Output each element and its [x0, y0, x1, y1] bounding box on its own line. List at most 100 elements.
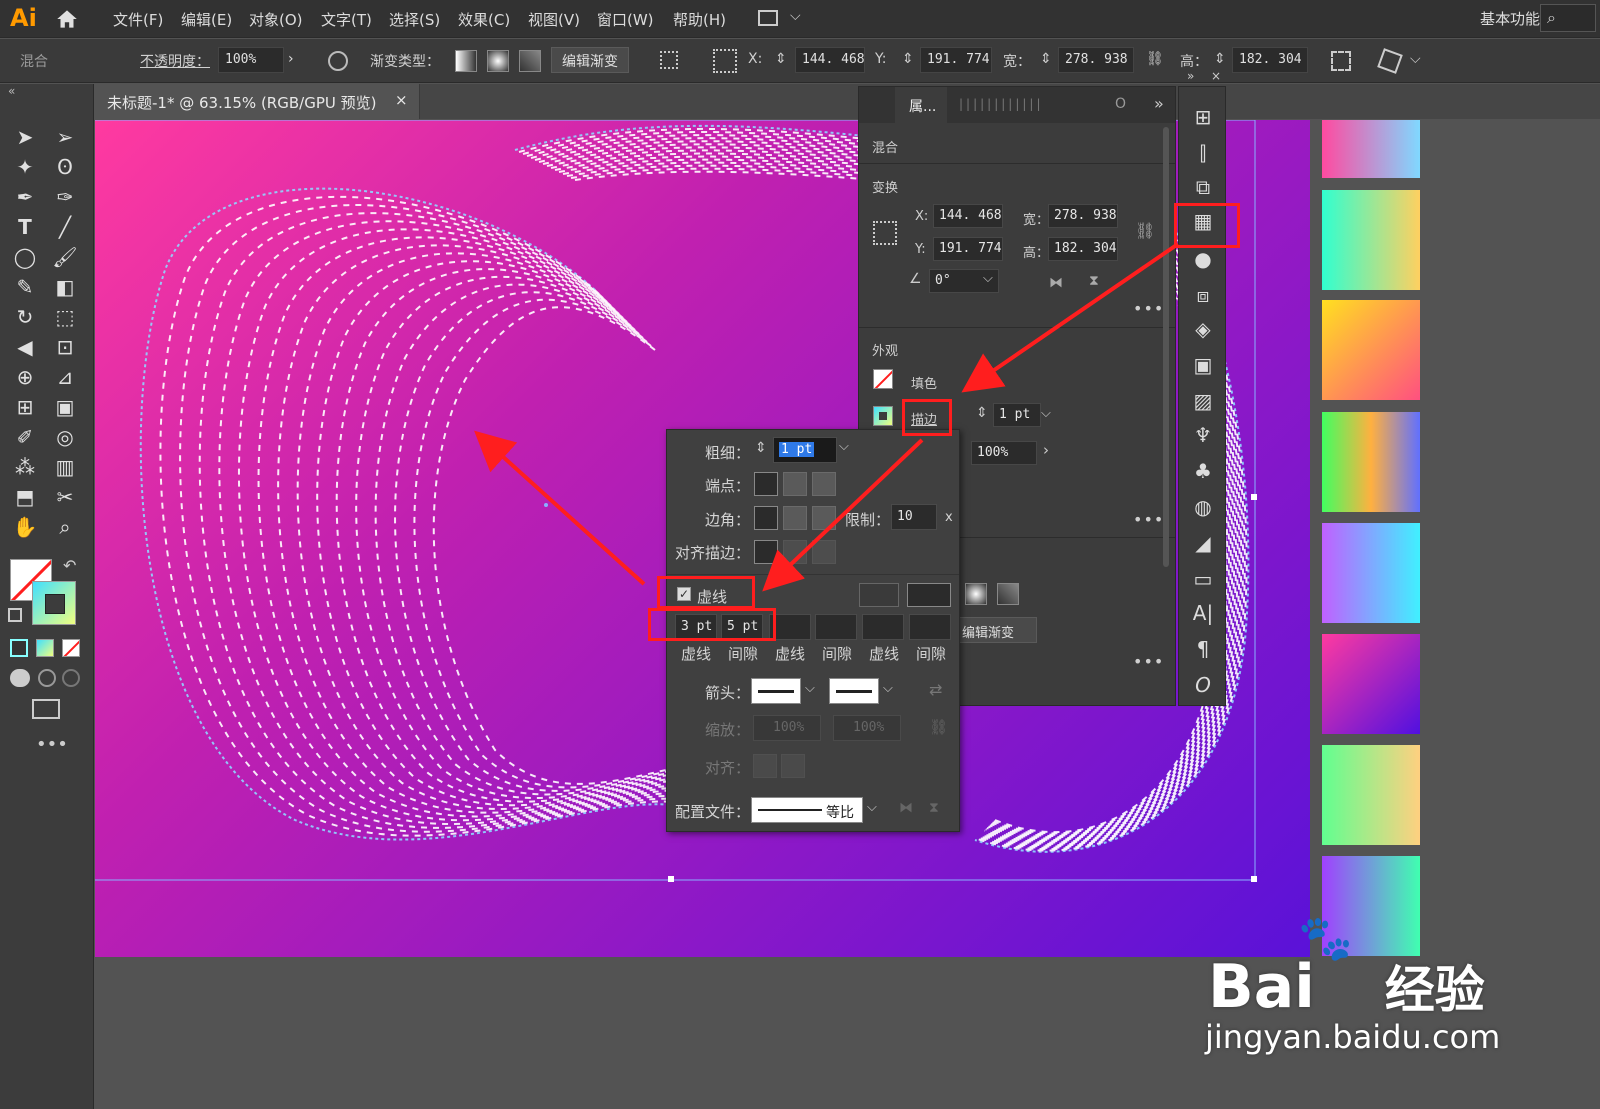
- edit-gradient-button[interactable]: 编辑渐变: [551, 47, 629, 73]
- freeform-gradient-button[interactable]: [519, 50, 541, 72]
- direct-selection-tool-icon[interactable]: ➢: [50, 124, 80, 150]
- bevel-join-button[interactable]: [812, 506, 836, 530]
- paintbrush-tool-icon[interactable]: 🖌: [50, 244, 80, 270]
- eyedropper-tool-icon[interactable]: ✐: [10, 424, 40, 450]
- hand-tool-icon[interactable]: ✋: [10, 514, 40, 540]
- gap-3-field[interactable]: [909, 614, 951, 640]
- pathfinder-icon[interactable]: ⧉: [1191, 175, 1215, 199]
- flip-along-icon[interactable]: ⧓: [899, 800, 913, 816]
- close-icon[interactable]: ×: [395, 91, 408, 109]
- menu-type[interactable]: 文字(T): [321, 9, 372, 30]
- freeform-gradient-button[interactable]: [997, 583, 1019, 605]
- gradient-mode-icon[interactable]: [36, 639, 54, 657]
- type-tool-icon[interactable]: T: [10, 214, 40, 240]
- column-graph-tool-icon[interactable]: ▥: [50, 454, 80, 480]
- isolate-icon[interactable]: [1377, 48, 1403, 74]
- swap-fill-stroke-icon[interactable]: ↶: [63, 556, 76, 575]
- chevron-down-icon[interactable]: ⌵: [983, 271, 993, 286]
- align-dash-corners-button[interactable]: [907, 583, 951, 607]
- round-join-button[interactable]: [783, 506, 807, 530]
- more-options-icon[interactable]: •••: [1133, 652, 1164, 671]
- menu-view[interactable]: 视图(V): [528, 9, 580, 30]
- chevron-right-icon[interactable]: ›: [1043, 441, 1049, 459]
- stepper-icon[interactable]: ⇕: [976, 405, 988, 421]
- recolor-icon[interactable]: [328, 51, 348, 71]
- menu-edit[interactable]: 编辑(E): [181, 9, 232, 30]
- stepper-icon[interactable]: ⇕: [775, 51, 787, 67]
- chevron-down-icon[interactable]: ⌵: [1410, 51, 1421, 67]
- lasso-tool-icon[interactable]: ʘ: [50, 154, 80, 180]
- gradient-swatch[interactable]: [1322, 634, 1420, 734]
- slice-tool-icon[interactable]: ✂: [50, 484, 80, 510]
- menu-select[interactable]: 选择(S): [389, 9, 440, 30]
- arrow-tip-at-end-button[interactable]: [781, 754, 805, 778]
- curvature-tool-icon[interactable]: ✑: [50, 184, 80, 210]
- opentype-icon[interactable]: O: [1191, 673, 1215, 697]
- stroke-weight-field[interactable]: 1 pt: [773, 437, 837, 463]
- chevron-down-icon[interactable]: ⌵: [1041, 406, 1051, 421]
- selection-tool-icon[interactable]: ➤: [10, 124, 40, 150]
- home-icon[interactable]: [54, 6, 80, 32]
- draw-normal-icon[interactable]: [10, 669, 30, 687]
- align-icon[interactable]: [660, 51, 678, 69]
- link-proportions-icon[interactable]: ⛓: [1135, 221, 1155, 240]
- more-options-icon[interactable]: •••: [1133, 510, 1164, 529]
- search-input[interactable]: ⌕: [1540, 4, 1596, 32]
- width-tool-icon[interactable]: ◀: [10, 334, 40, 360]
- reference-point-icon[interactable]: [873, 221, 897, 245]
- fill-label[interactable]: 填色: [911, 373, 937, 392]
- gradient-swatch[interactable]: [1322, 300, 1420, 400]
- transparency-icon[interactable]: ▭: [1191, 567, 1215, 591]
- edit-gradient-button[interactable]: 编辑渐变: [955, 617, 1037, 643]
- gradient-tool-icon[interactable]: ▣: [50, 394, 80, 420]
- gradient-swatch[interactable]: [1322, 523, 1420, 623]
- preserve-dash-button[interactable]: [859, 583, 899, 607]
- y-field[interactable]: 191. 774: [933, 237, 1003, 261]
- close-icon[interactable]: ×: [1211, 69, 1221, 83]
- draw-behind-icon[interactable]: [38, 669, 56, 687]
- menu-help[interactable]: 帮助(H): [673, 9, 726, 30]
- link-proportions-icon[interactable]: ⛓: [1146, 51, 1164, 67]
- height-field[interactable]: 182. 304: [1232, 47, 1308, 73]
- dash-3-field[interactable]: [862, 614, 904, 640]
- opacity-field[interactable]: 100%: [218, 47, 284, 73]
- height-field[interactable]: 182. 304: [1048, 237, 1118, 261]
- draw-inside-icon[interactable]: [62, 669, 80, 687]
- gap-2-field[interactable]: [815, 614, 857, 640]
- align-outside-button[interactable]: [812, 540, 836, 564]
- align-inside-button[interactable]: [783, 540, 807, 564]
- start-arrowhead-select[interactable]: [751, 678, 801, 704]
- perspective-grid-tool-icon[interactable]: ⊿: [50, 364, 80, 390]
- tab-properties[interactable]: 属...: [895, 87, 947, 123]
- radial-gradient-button[interactable]: [487, 50, 509, 72]
- y-field[interactable]: 191. 774: [920, 47, 992, 73]
- chevron-down-icon[interactable]: ⌵: [805, 681, 815, 696]
- color-guide-icon[interactable]: ◍: [1191, 495, 1215, 519]
- projecting-cap-button[interactable]: [812, 472, 836, 496]
- image-trace-icon[interactable]: ▨: [1191, 389, 1215, 413]
- menu-effect[interactable]: 效果(C): [458, 9, 510, 30]
- more-options-icon[interactable]: •••: [1133, 299, 1164, 318]
- symbols-icon[interactable]: ♆: [1191, 423, 1215, 447]
- stepper-icon[interactable]: ⇕: [755, 440, 767, 456]
- gradient-swatch[interactable]: [1322, 412, 1420, 512]
- ellipse-tool-icon[interactable]: ◯: [10, 244, 40, 270]
- stroke-swatch[interactable]: [873, 406, 893, 426]
- club-icon[interactable]: ♣: [1191, 459, 1215, 483]
- transform-icon[interactable]: ⧈: [1191, 283, 1215, 307]
- collapse-icon[interactable]: «: [8, 84, 15, 98]
- libraries-icon[interactable]: ▣: [1191, 353, 1215, 377]
- artboards-icon[interactable]: ⊞: [1191, 105, 1215, 129]
- chevron-down-icon[interactable]: ⌵: [883, 681, 893, 696]
- end-scale-field[interactable]: 100%: [833, 715, 901, 741]
- chevron-down-icon[interactable]: ⌵: [839, 439, 849, 454]
- x-field[interactable]: 144. 468: [795, 47, 865, 73]
- stepper-icon[interactable]: ⇕: [1214, 51, 1226, 67]
- appearance-icon[interactable]: ●: [1191, 247, 1215, 271]
- eraser-tool-icon[interactable]: ◧: [50, 274, 80, 300]
- none-mode-icon[interactable]: [62, 639, 80, 657]
- chevron-down-icon[interactable]: ⌵: [867, 800, 877, 815]
- more-tools-icon[interactable]: •••: [36, 734, 68, 755]
- stepper-icon[interactable]: ⇕: [902, 51, 914, 67]
- round-cap-button[interactable]: [783, 472, 807, 496]
